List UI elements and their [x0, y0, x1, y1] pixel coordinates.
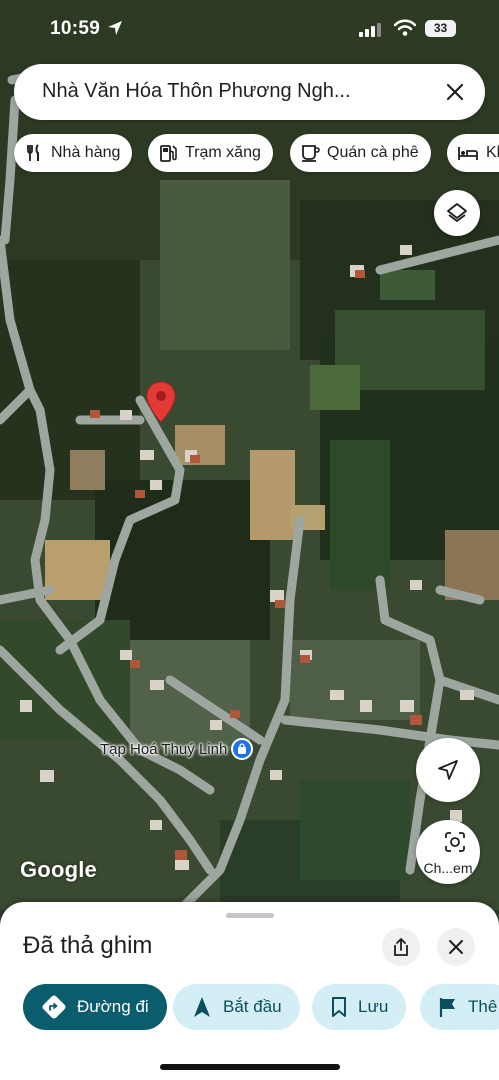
save-button[interactable]: Lưu: [312, 984, 407, 1030]
share-button[interactable]: [382, 928, 420, 966]
action-label: Đường đi: [77, 997, 149, 1016]
chip-label: Quán cà phê: [327, 144, 419, 161]
add-label-button[interactable]: Thê: [420, 984, 499, 1030]
chip-label: Nhà hàng: [51, 144, 121, 161]
chip-restaurants[interactable]: Nhà hàng: [14, 134, 133, 172]
dropped-pin-icon[interactable]: [145, 380, 177, 424]
status-bar: 10:59 33: [0, 0, 499, 58]
chip-coffee[interactable]: Quán cà phê: [290, 134, 431, 172]
battery-indicator: 33: [425, 20, 456, 37]
share-icon: [394, 938, 408, 956]
bookmark-icon: [332, 997, 346, 1017]
chip-label: Kh: [486, 144, 499, 161]
cellular-signal-icon: [359, 23, 381, 42]
location-arrow-icon: [107, 20, 123, 41]
google-attribution: Google: [20, 857, 97, 882]
search-bar[interactable]: Nhà Văn Hóa Thôn Phương Ngh...: [14, 64, 485, 120]
layers-icon: [447, 203, 467, 222]
directions-icon: [42, 995, 66, 1019]
close-sheet-button[interactable]: [437, 928, 475, 966]
my-location-button[interactable]: [416, 738, 480, 802]
lens-label: Ch...em: [423, 860, 473, 876]
lens-button[interactable]: Ch...em: [416, 820, 480, 884]
navigation-icon: [194, 997, 210, 1017]
directions-button[interactable]: Đường đi: [23, 984, 167, 1030]
fork-knife-icon: [27, 144, 39, 161]
navigation-arrow-icon: [438, 760, 458, 780]
bed-icon: [458, 147, 478, 160]
flag-icon: [439, 998, 455, 1017]
search-query[interactable]: Nhà Văn Hóa Thôn Phương Ngh...: [42, 80, 351, 103]
chip-label: Trạm xăng: [185, 144, 261, 161]
poi-marker[interactable]: Tạp Hoá Thuý Linh: [100, 738, 254, 760]
chip-hotels[interactable]: Kh: [447, 134, 499, 172]
action-label: Bắt đầu: [223, 997, 282, 1016]
wifi-icon: [393, 19, 417, 41]
layers-button[interactable]: [434, 190, 480, 236]
drag-handle[interactable]: [226, 913, 274, 918]
shopping-bag-icon: [231, 738, 254, 760]
close-icon[interactable]: [443, 80, 467, 104]
close-icon: [449, 940, 463, 954]
action-label: Thê: [468, 997, 498, 1016]
poi-label: Tạp Hoá Thuý Linh: [100, 740, 228, 758]
home-indicator: [160, 1064, 340, 1070]
action-buttons: Đường đi Bắt đầu Lưu Thê: [0, 984, 499, 1030]
place-bottom-sheet[interactable]: Đã thả ghim Đường đi Bắt đầu Lưu Thê: [0, 902, 499, 1080]
chip-gas-stations[interactable]: Trạm xăng: [148, 134, 273, 172]
action-label: Lưu: [358, 997, 389, 1016]
status-time: 10:59: [50, 18, 101, 39]
camera-lens-icon: [445, 832, 465, 852]
start-button[interactable]: Bắt đầu: [173, 984, 300, 1030]
coffee-cup-icon: [302, 145, 320, 162]
gas-station-icon: [160, 145, 177, 162]
sheet-title: Đã thả ghim: [23, 932, 153, 959]
